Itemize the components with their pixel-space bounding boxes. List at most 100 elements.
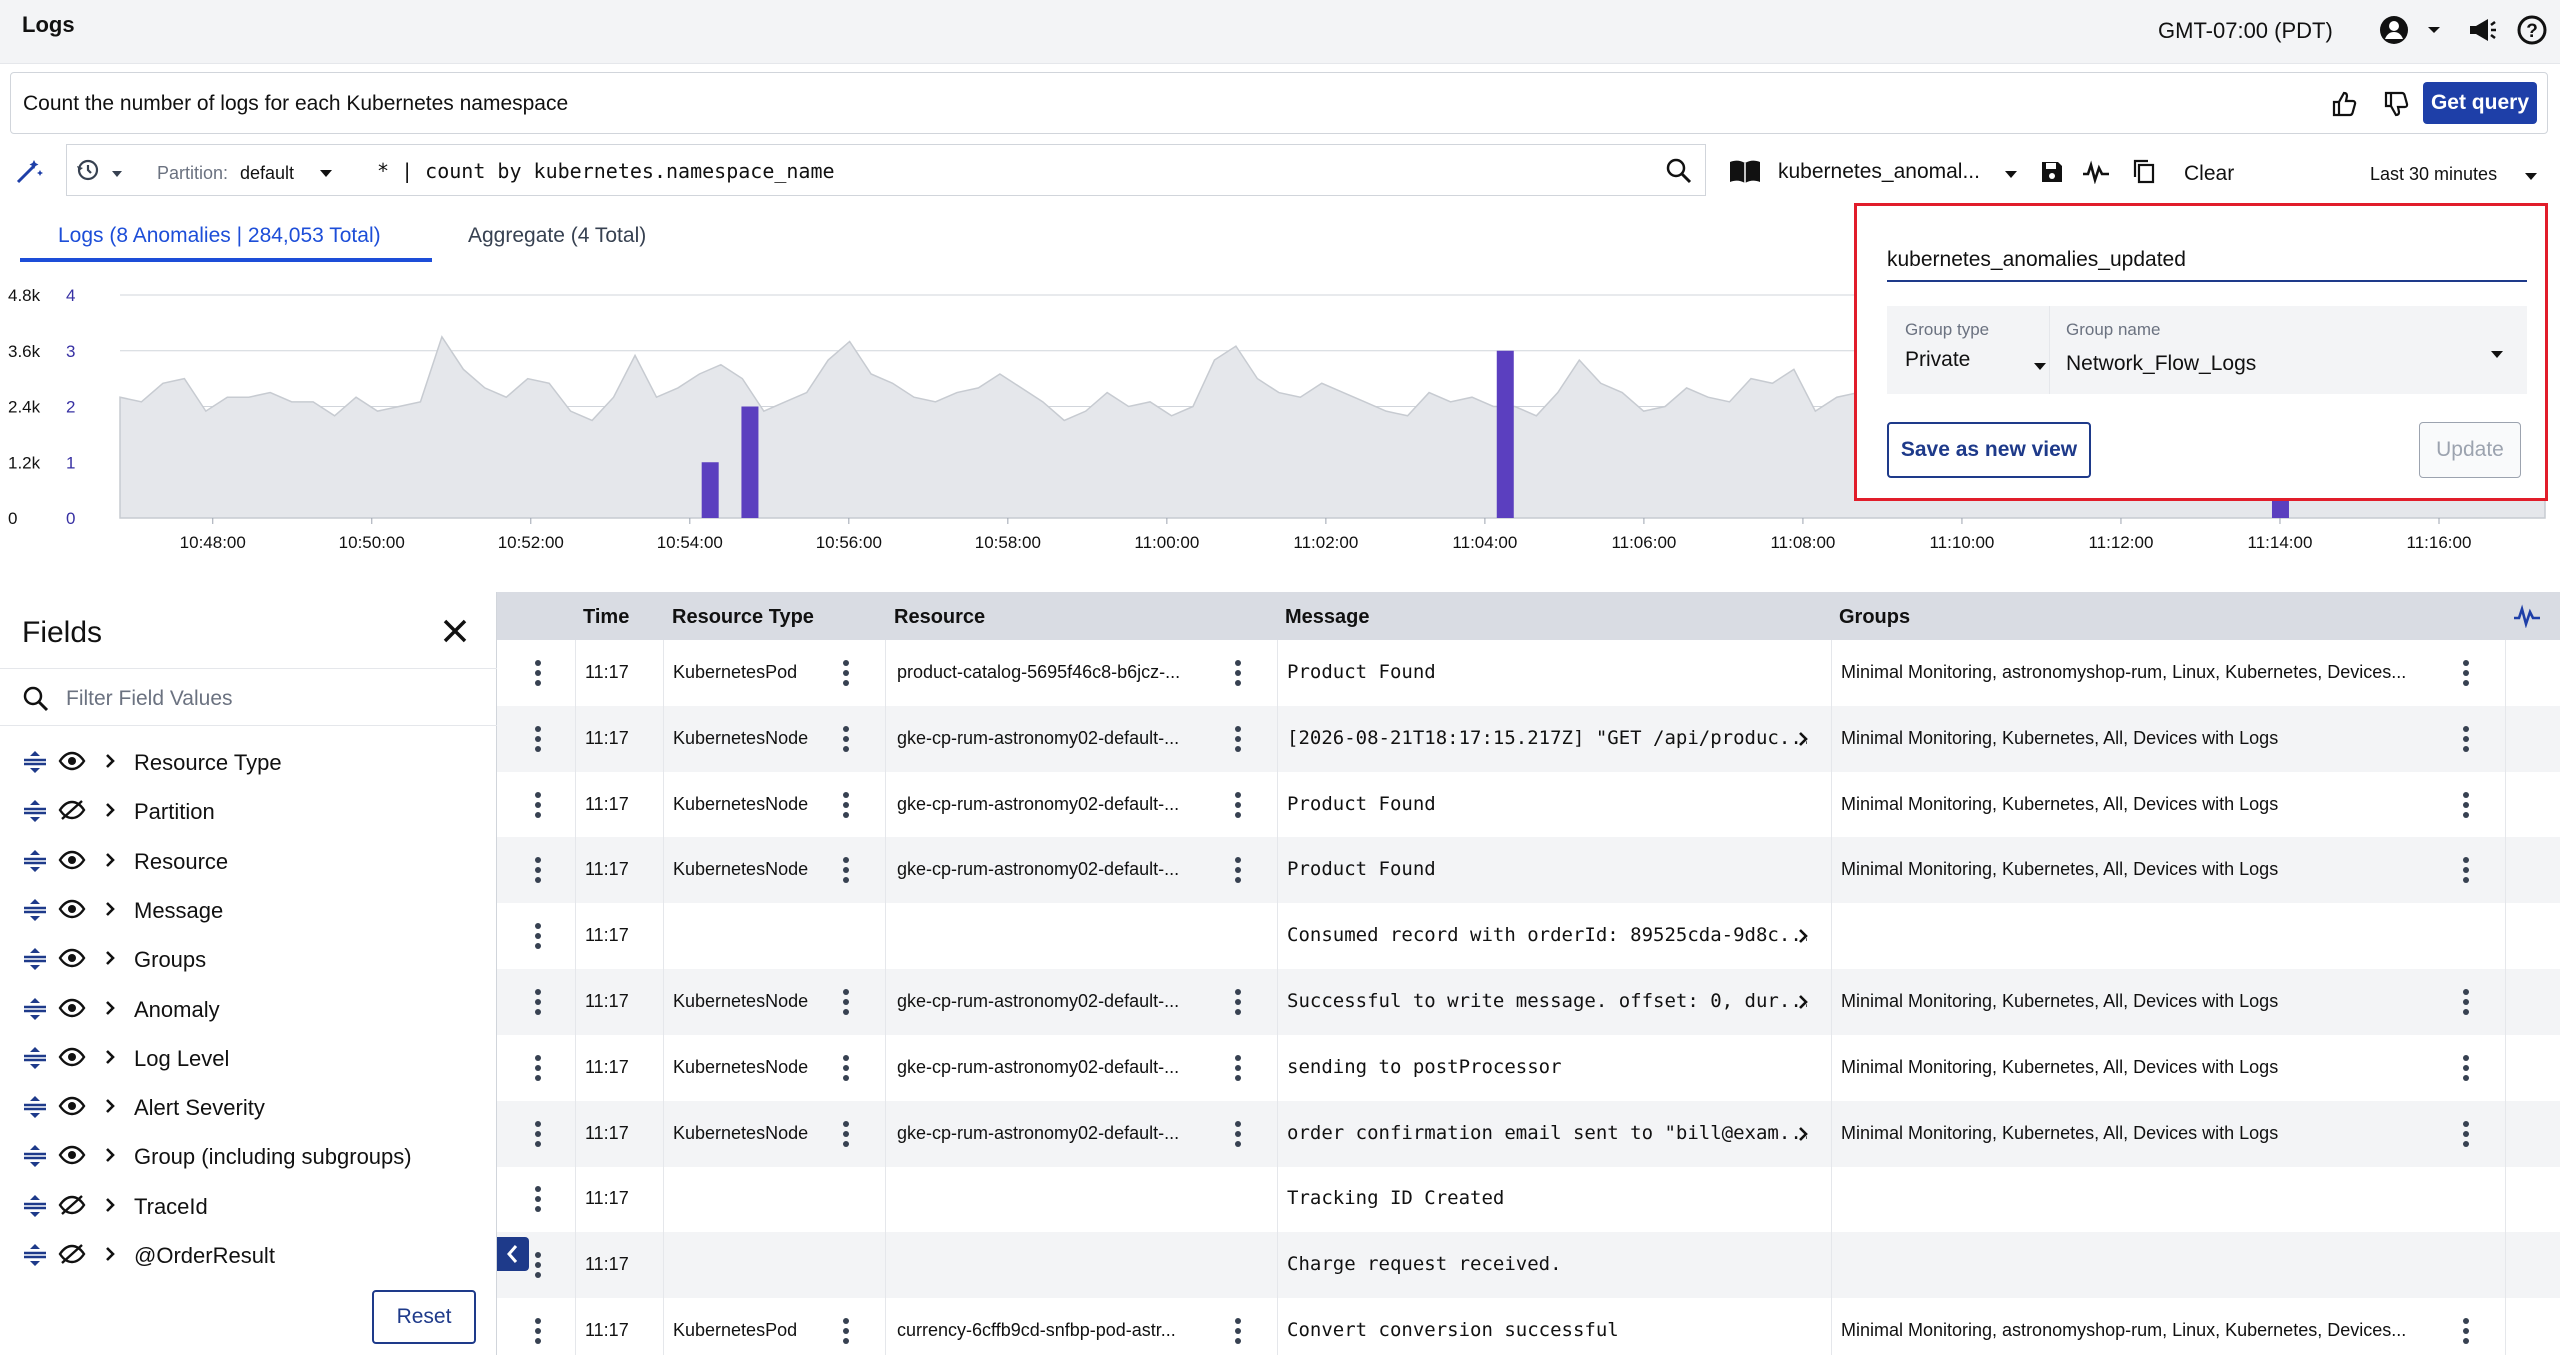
view-name-input[interactable]: kubernetes_anomalies_updated bbox=[1887, 244, 2527, 282]
col-resource-type[interactable]: Resource Type bbox=[672, 606, 814, 629]
expand-message-icon[interactable] bbox=[1797, 730, 1809, 753]
cell-resource[interactable]: gke-cp-rum-astronomy02-default-... bbox=[897, 794, 1217, 815]
query-text[interactable]: * | count by kubernetes.namespace_name bbox=[377, 159, 835, 183]
table-row[interactable]: 11:17 KubernetesNode gke-cp-rum-astronomy0… bbox=[497, 771, 2560, 838]
group-type-select[interactable]: Private bbox=[1905, 348, 1970, 372]
groups-menu-icon[interactable] bbox=[2459, 987, 2473, 1017]
cell-message[interactable]: Product Found bbox=[1287, 661, 1807, 683]
cell-message[interactable]: [2026-08-21T18:17:15.217Z] "GET /api/pro… bbox=[1287, 727, 1807, 749]
chevron-right-icon[interactable] bbox=[104, 1196, 116, 1219]
table-row[interactable]: 11:17 Tracking ID Created bbox=[497, 1166, 2560, 1233]
row-menu-icon[interactable] bbox=[531, 790, 545, 820]
time-range-dropdown-icon[interactable] bbox=[2524, 168, 2538, 186]
clear-button[interactable]: Clear bbox=[2184, 162, 2234, 186]
field-item[interactable]: Resource Type bbox=[0, 738, 497, 786]
drag-handle-icon[interactable] bbox=[22, 997, 48, 1026]
timezone-label[interactable]: GMT-07:00 (PDT) bbox=[2158, 18, 2333, 44]
anomaly-column-icon[interactable] bbox=[2513, 604, 2541, 633]
groups-menu-icon[interactable] bbox=[2459, 1119, 2473, 1149]
expand-message-icon[interactable] bbox=[1797, 1125, 1809, 1148]
save-as-new-view-button[interactable]: Save as new view bbox=[1887, 422, 2091, 478]
saved-views-icon[interactable] bbox=[1728, 158, 1762, 189]
cell-message[interactable]: Successful to write message. offset: 0, … bbox=[1287, 990, 1807, 1012]
group-name-dropdown-icon[interactable] bbox=[2490, 346, 2504, 364]
row-menu-icon[interactable] bbox=[531, 855, 545, 885]
row-menu-icon[interactable] bbox=[531, 1250, 545, 1280]
groups-menu-icon[interactable] bbox=[2459, 1316, 2473, 1346]
time-range-selector[interactable]: Last 30 minutes bbox=[2370, 164, 2497, 185]
row-menu-icon[interactable] bbox=[531, 987, 545, 1017]
drag-handle-icon[interactable] bbox=[22, 1046, 48, 1075]
resource-type-menu-icon[interactable] bbox=[839, 790, 853, 820]
drag-handle-icon[interactable] bbox=[22, 1095, 48, 1124]
copy-icon[interactable] bbox=[2132, 158, 2156, 189]
tab-aggregate[interactable]: Aggregate (4 Total) bbox=[468, 224, 646, 248]
cell-resource[interactable]: gke-cp-rum-astronomy02-default-... bbox=[897, 1123, 1217, 1144]
chevron-right-icon[interactable] bbox=[104, 752, 116, 775]
row-menu-icon[interactable] bbox=[531, 724, 545, 754]
table-row[interactable]: 11:17 KubernetesPod currency-6cffb9cd-snfb… bbox=[497, 1298, 2560, 1355]
update-button[interactable]: Update bbox=[2419, 422, 2521, 478]
field-item[interactable]: Log Level bbox=[0, 1034, 497, 1082]
eye-icon[interactable] bbox=[58, 1046, 86, 1073]
resource-type-menu-icon[interactable] bbox=[839, 855, 853, 885]
drag-handle-icon[interactable] bbox=[22, 849, 48, 878]
table-row[interactable]: 11:17 Consumed record with orderId: 89525… bbox=[497, 903, 2560, 970]
query-input[interactable]: Partition: default * | count by kubernet… bbox=[66, 144, 1706, 196]
groups-menu-icon[interactable] bbox=[2459, 724, 2473, 754]
group-name-field[interactable]: Group name Network_Flow_Logs bbox=[2049, 306, 2527, 394]
chevron-right-icon[interactable] bbox=[104, 900, 116, 923]
reset-button[interactable]: Reset bbox=[372, 1290, 476, 1344]
table-row[interactable]: 11:17 KubernetesNode gke-cp-rum-astronomy0… bbox=[497, 969, 2560, 1035]
chevron-right-icon[interactable] bbox=[104, 1048, 116, 1071]
drag-handle-icon[interactable] bbox=[22, 1243, 48, 1272]
eye-icon[interactable] bbox=[58, 849, 86, 876]
collapse-panel-button[interactable] bbox=[497, 1237, 529, 1271]
col-groups[interactable]: Groups bbox=[1839, 606, 1910, 629]
eye-icon[interactable] bbox=[58, 1095, 86, 1122]
user-account-icon[interactable] bbox=[2376, 12, 2412, 48]
resource-type-menu-icon[interactable] bbox=[839, 1316, 853, 1346]
cell-resource[interactable]: gke-cp-rum-astronomy02-default-... bbox=[897, 728, 1217, 749]
row-menu-icon[interactable] bbox=[531, 921, 545, 951]
field-item[interactable]: @OrderResult bbox=[0, 1231, 497, 1279]
cell-resource[interactable]: gke-cp-rum-astronomy02-default-... bbox=[897, 991, 1217, 1012]
close-icon[interactable] bbox=[438, 614, 474, 650]
drag-handle-icon[interactable] bbox=[22, 1144, 48, 1173]
chevron-right-icon[interactable] bbox=[104, 949, 116, 972]
expand-message-icon[interactable] bbox=[1797, 993, 1809, 1016]
history-dropdown-icon[interactable] bbox=[111, 165, 123, 183]
anomaly-pulse-icon[interactable] bbox=[2082, 160, 2110, 189]
drag-handle-icon[interactable] bbox=[22, 1194, 48, 1223]
chevron-right-icon[interactable] bbox=[104, 999, 116, 1022]
col-time[interactable]: Time bbox=[583, 606, 629, 629]
nl-query-text[interactable]: Count the number of logs for each Kubern… bbox=[23, 92, 568, 116]
cell-message[interactable]: Tracking ID Created bbox=[1287, 1187, 1807, 1209]
cell-message[interactable]: Consumed record with orderId: 89525cda-9… bbox=[1287, 924, 1807, 946]
table-row[interactable]: 11:17 Charge request received. bbox=[497, 1232, 2560, 1299]
thumbs-down-icon[interactable] bbox=[2379, 87, 2413, 121]
search-icon[interactable] bbox=[1665, 157, 1693, 190]
eye-off-icon[interactable] bbox=[58, 1243, 86, 1270]
drag-handle-icon[interactable] bbox=[22, 947, 48, 976]
megaphone-icon[interactable] bbox=[2464, 12, 2500, 48]
field-item[interactable]: TraceId bbox=[0, 1182, 497, 1230]
cell-message[interactable]: Convert conversion successful bbox=[1287, 1319, 1807, 1341]
field-item[interactable]: Anomaly bbox=[0, 985, 497, 1033]
table-row[interactable]: 11:17 KubernetesNode gke-cp-rum-astronomy0… bbox=[497, 705, 2560, 772]
field-item[interactable]: Message bbox=[0, 886, 497, 934]
cell-message[interactable]: Product Found bbox=[1287, 858, 1807, 880]
history-icon[interactable] bbox=[75, 157, 103, 188]
groups-menu-icon[interactable] bbox=[2459, 790, 2473, 820]
groups-menu-icon[interactable] bbox=[2459, 855, 2473, 885]
row-menu-icon[interactable] bbox=[531, 658, 545, 688]
magic-wand-icon[interactable] bbox=[14, 156, 44, 191]
cell-resource[interactable]: product-catalog-5695f46c8-b6jcz-... bbox=[897, 662, 1217, 683]
cell-resource[interactable]: gke-cp-rum-astronomy02-default-... bbox=[897, 859, 1217, 880]
resource-menu-icon[interactable] bbox=[1231, 790, 1245, 820]
resource-type-menu-icon[interactable] bbox=[839, 987, 853, 1017]
field-item[interactable]: Resource bbox=[0, 837, 497, 885]
thumbs-up-icon[interactable] bbox=[2327, 87, 2361, 121]
table-row[interactable]: 11:17 KubernetesPod product-catalog-5695f4… bbox=[497, 640, 2560, 706]
eye-icon[interactable] bbox=[58, 997, 86, 1024]
